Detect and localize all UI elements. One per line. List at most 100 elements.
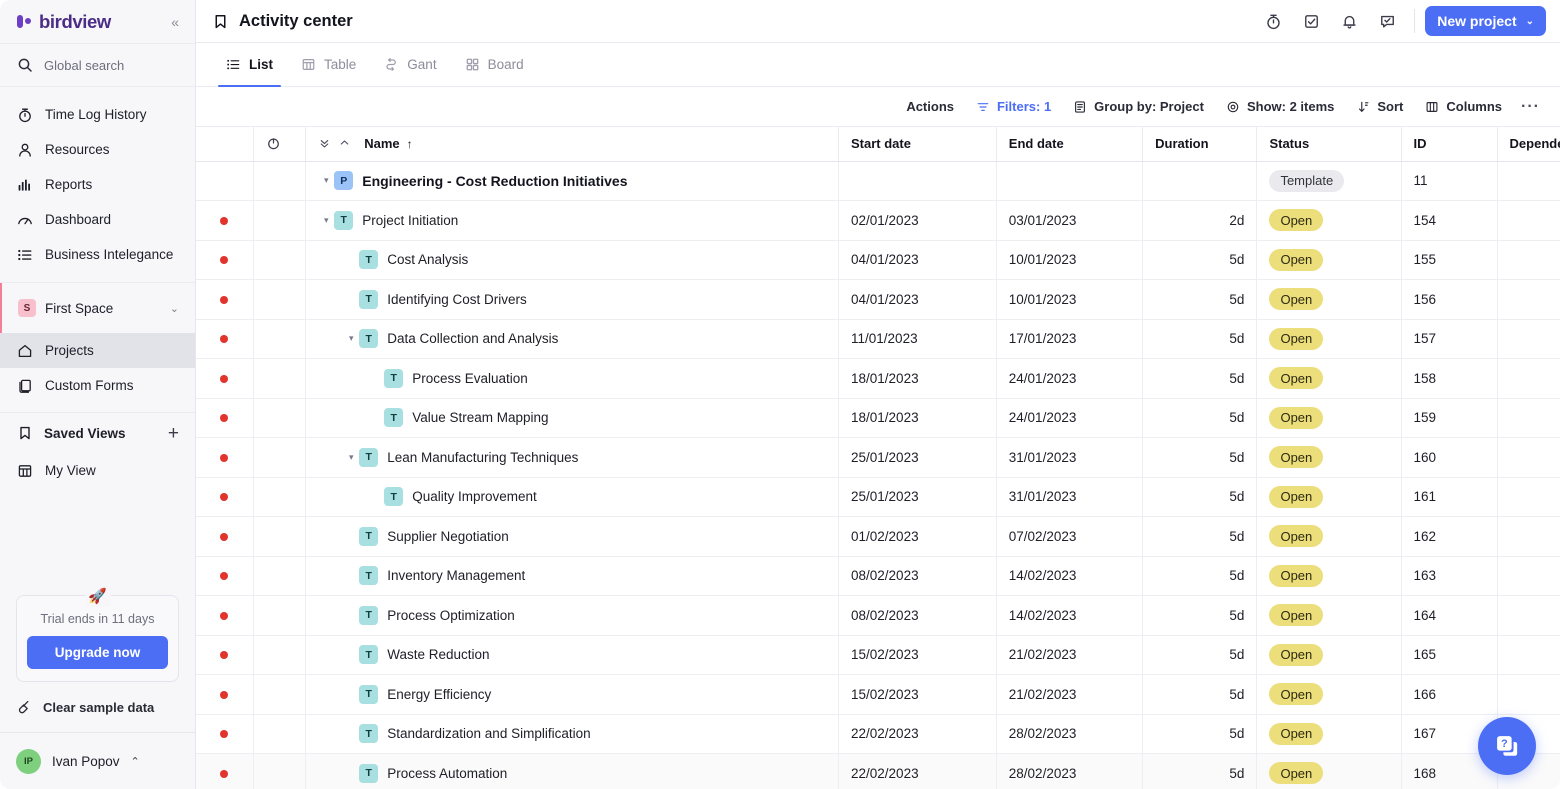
sidebar-item-time-log-history[interactable]: Time Log History xyxy=(0,97,195,132)
sidebar-item-custom-forms[interactable]: Custom Forms xyxy=(0,368,195,403)
row-start-date-cell[interactable]: 18/01/2023 xyxy=(838,398,997,438)
status-badge[interactable]: Open xyxy=(1269,683,1324,706)
filters-button[interactable]: Filters: 1 xyxy=(965,93,1062,121)
status-badge[interactable]: Open xyxy=(1269,643,1324,666)
help-chat-button[interactable]: ? xyxy=(1478,717,1536,775)
row-dependency-cell[interactable] xyxy=(1497,556,1560,596)
row-id-cell[interactable]: 160 xyxy=(1401,437,1498,478)
row-dependency-cell[interactable] xyxy=(1497,319,1560,359)
checkbox-icon[interactable] xyxy=(1292,6,1330,36)
row-select-cell[interactable] xyxy=(196,358,254,399)
row-dependency-cell[interactable] xyxy=(1497,674,1560,715)
row-duration-cell[interactable]: 5d xyxy=(1142,595,1258,636)
sidebar-item-resources[interactable]: Resources xyxy=(0,132,195,167)
expand-all-icon[interactable] xyxy=(318,137,331,150)
status-badge[interactable]: Open xyxy=(1269,485,1324,508)
row-duration-cell[interactable]: 5d xyxy=(1142,556,1258,596)
row-duration-cell[interactable]: 5d xyxy=(1142,319,1258,359)
th-duration[interactable]: Duration xyxy=(1142,127,1258,162)
row-dependency-cell[interactable] xyxy=(1497,516,1560,557)
row-select-cell[interactable] xyxy=(196,279,254,320)
row-end-date-cell[interactable]: 07/02/2023 xyxy=(996,516,1144,557)
status-badge[interactable]: Open xyxy=(1269,604,1324,627)
row-select-cell[interactable] xyxy=(196,319,254,359)
row-dependency-cell[interactable] xyxy=(1497,240,1560,280)
th-dependency[interactable]: Dependency xyxy=(1497,127,1560,162)
table-row[interactable]: ▾TValue Stream Mapping18/01/202324/01/20… xyxy=(196,398,1560,438)
row-indicator-cell[interactable] xyxy=(253,635,307,675)
row-id-cell[interactable]: 156 xyxy=(1401,279,1498,320)
row-expand-toggle-icon[interactable]: ▾ xyxy=(318,215,334,226)
row-dependency-cell[interactable] xyxy=(1497,437,1560,478)
clear-sample-data-button[interactable]: Clear sample data xyxy=(0,692,195,722)
row-duration-cell[interactable] xyxy=(1142,161,1258,201)
brand-logo[interactable]: birdview xyxy=(16,11,111,33)
row-end-date-cell[interactable]: 10/01/2023 xyxy=(996,240,1144,280)
row-end-date-cell[interactable]: 31/01/2023 xyxy=(996,477,1144,517)
row-end-date-cell[interactable] xyxy=(996,161,1144,201)
row-end-date-cell[interactable]: 03/01/2023 xyxy=(996,200,1144,241)
row-indicator-cell[interactable] xyxy=(253,595,307,636)
row-start-date-cell[interactable]: 02/01/2023 xyxy=(838,200,997,241)
row-id-cell[interactable]: 161 xyxy=(1401,477,1498,517)
status-badge[interactable]: Open xyxy=(1269,762,1324,785)
row-end-date-cell[interactable]: 14/02/2023 xyxy=(996,556,1144,596)
table-row[interactable]: ▾TProcess Automation22/02/202328/02/2023… xyxy=(196,753,1560,789)
sidebar-item-projects[interactable]: Projects xyxy=(0,333,195,368)
row-name-cell[interactable]: ▾TIdentifying Cost Drivers xyxy=(305,279,840,320)
row-start-date-cell[interactable]: 15/02/2023 xyxy=(838,674,997,715)
row-start-date-cell[interactable]: 22/02/2023 xyxy=(838,753,997,789)
row-status-cell[interactable]: Open xyxy=(1256,319,1402,359)
comment-icon[interactable] xyxy=(1368,6,1406,36)
table-row[interactable]: ▾TEnergy Efficiency15/02/202321/02/20235… xyxy=(196,674,1560,715)
row-duration-cell[interactable]: 5d xyxy=(1142,753,1258,789)
row-indicator-cell[interactable] xyxy=(253,437,307,478)
row-end-date-cell[interactable]: 10/01/2023 xyxy=(996,279,1144,320)
th-name[interactable]: Name ↑ xyxy=(305,127,840,162)
collapse-all-icon[interactable] xyxy=(338,137,351,150)
row-status-cell[interactable]: Open xyxy=(1256,516,1402,557)
row-duration-cell[interactable]: 5d xyxy=(1142,279,1258,320)
row-id-cell[interactable]: 165 xyxy=(1401,635,1498,675)
row-dependency-cell[interactable] xyxy=(1497,358,1560,399)
row-dependency-cell[interactable] xyxy=(1497,279,1560,320)
row-indicator-cell[interactable] xyxy=(253,556,307,596)
status-badge[interactable]: Open xyxy=(1269,446,1324,469)
row-status-cell[interactable]: Open xyxy=(1256,714,1402,754)
table-row[interactable]: ▾ T Data Collection and Analysis 11/01/2023… xyxy=(196,319,1560,359)
status-badge[interactable]: Open xyxy=(1269,367,1324,390)
row-status-cell[interactable]: Open xyxy=(1256,358,1402,399)
row-end-date-cell[interactable]: 21/02/2023 xyxy=(996,635,1144,675)
table-row[interactable]: ▾TWaste Reduction15/02/202321/02/20235dO… xyxy=(196,635,1560,675)
row-end-date-cell[interactable]: 24/01/2023 xyxy=(996,398,1144,438)
row-start-date-cell[interactable]: 22/02/2023 xyxy=(838,714,997,754)
status-badge[interactable]: Open xyxy=(1269,209,1324,232)
th-status[interactable]: Status xyxy=(1256,127,1402,162)
row-select-cell[interactable] xyxy=(196,161,254,201)
row-status-cell[interactable]: Open xyxy=(1256,477,1402,517)
row-name-cell[interactable]: ▾TSupplier Negotiation xyxy=(305,516,840,557)
grid-container[interactable]: Name ↑ Start date End date Duration Stat… xyxy=(196,127,1560,789)
row-name-cell[interactable]: ▾TProcess Optimization xyxy=(305,595,840,636)
row-dependency-cell[interactable] xyxy=(1497,200,1560,241)
row-status-cell[interactable]: Open xyxy=(1256,398,1402,438)
table-row[interactable]: ▾TInventory Management08/02/202314/02/20… xyxy=(196,556,1560,596)
sidebar-item-reports[interactable]: Reports xyxy=(0,167,195,202)
tab-list[interactable]: List xyxy=(212,43,287,87)
th-id[interactable]: ID xyxy=(1401,127,1498,162)
row-expand-toggle-icon[interactable]: ▾ xyxy=(343,452,359,463)
row-status-cell[interactable]: Open xyxy=(1256,279,1402,320)
table-row[interactable]: ▾TStandardization and Simplification22/0… xyxy=(196,714,1560,754)
row-indicator-cell[interactable] xyxy=(253,319,307,359)
row-duration-cell[interactable]: 5d xyxy=(1142,635,1258,675)
row-name-cell[interactable]: ▾TStandardization and Simplification xyxy=(305,714,840,754)
row-name-cell[interactable]: ▾TInventory Management xyxy=(305,556,840,596)
row-select-cell[interactable] xyxy=(196,635,254,675)
row-start-date-cell[interactable]: 11/01/2023 xyxy=(838,319,997,359)
row-id-cell[interactable]: 157 xyxy=(1401,319,1498,359)
row-select-cell[interactable] xyxy=(196,516,254,557)
sort-ascending-icon[interactable]: ↑ xyxy=(407,137,413,151)
table-row[interactable]: ▾ P Engineering - Cost Reduction Initiativ… xyxy=(196,161,1560,201)
row-id-cell[interactable]: 166 xyxy=(1401,674,1498,715)
row-name-cell[interactable]: ▾ P Engineering - Cost Reduction Initiativ… xyxy=(305,161,840,201)
